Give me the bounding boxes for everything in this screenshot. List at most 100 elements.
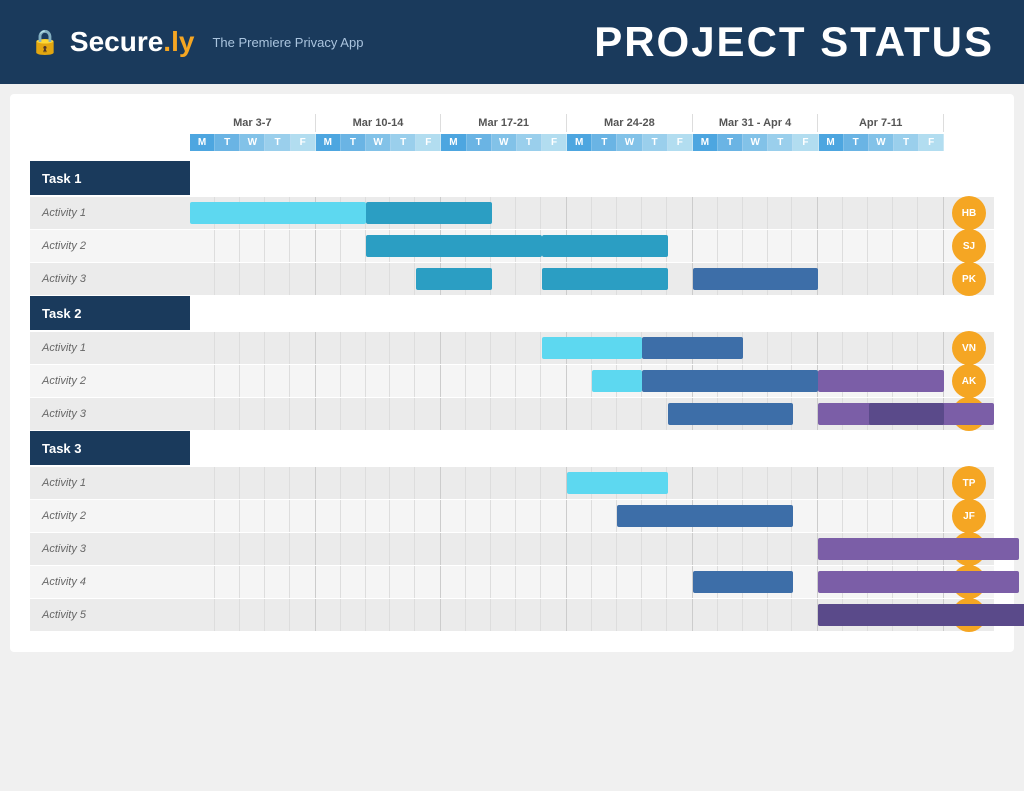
gantt-bar-area: [190, 599, 944, 631]
day-label: W: [869, 134, 894, 151]
day-label: M: [190, 134, 215, 151]
activity-row: Activity 2AK: [30, 365, 994, 397]
gantt-bar: [693, 571, 794, 593]
week-label-5: Apr 7-11: [818, 114, 944, 132]
activity-label: Activity 1: [30, 197, 190, 229]
gantt-bar: [416, 268, 491, 290]
task-spacer: [190, 431, 944, 465]
day-label: T: [265, 134, 290, 151]
gantt-bar-area: [190, 467, 944, 499]
app-container: 🔒 Secure.ly The Premiere Privacy App PRO…: [0, 0, 1024, 652]
week-label-3: Mar 24-28: [567, 114, 693, 132]
gantt-bar: [818, 538, 1019, 560]
day-label: F: [668, 134, 693, 151]
activity-row: Activity 3MR: [30, 533, 994, 565]
week-header-row: Mar 3-7Mar 10-14Mar 17-21Mar 24-28Mar 31…: [190, 114, 944, 132]
gantt-bar: [693, 268, 819, 290]
day-label: T: [517, 134, 542, 151]
day-label: T: [341, 134, 366, 151]
activity-row: Activity 1 VN: [30, 332, 994, 364]
logo-text: Secure.ly: [70, 26, 195, 58]
day-label: M: [567, 134, 592, 151]
gantt-bar: [366, 235, 542, 257]
gantt-bar-area: [190, 398, 944, 430]
activity-row: Activity 4TP: [30, 566, 994, 598]
day-label: F: [416, 134, 441, 151]
day-label: W: [492, 134, 517, 151]
gantt-bar: [818, 604, 1024, 626]
tagline: The Premiere Privacy App: [212, 35, 363, 50]
gantt-bar-area: [190, 566, 944, 598]
task-spacer: [190, 161, 944, 195]
activity-row: Activity 3 PK: [30, 263, 994, 295]
week-label-0: Mar 3-7: [190, 114, 316, 132]
activity-label: Activity 2: [30, 500, 190, 532]
gantt-bar-area: [190, 500, 944, 532]
task-label-2: Task 3: [30, 431, 190, 465]
gantt-bar: [818, 370, 944, 392]
day-label: M: [819, 134, 844, 151]
day-label: T: [768, 134, 793, 151]
gantt-bar: [366, 202, 492, 224]
activity-row: Activity 2 JF: [30, 500, 994, 532]
avatar: VN: [952, 331, 986, 365]
task-label-0: Task 1: [30, 161, 190, 195]
day-label: T: [215, 134, 240, 151]
lock-icon: 🔒: [30, 28, 60, 57]
week-label-1: Mar 10-14: [316, 114, 442, 132]
activity-label: Activity 5: [30, 599, 190, 631]
grid-bg: [190, 500, 944, 532]
task-label-1: Task 2: [30, 296, 190, 330]
gantt-bar: [642, 370, 818, 392]
gantt-bar-area: [190, 230, 944, 262]
day-label: T: [592, 134, 617, 151]
task-row-1: Task 2: [30, 296, 994, 330]
day-label: T: [894, 134, 919, 151]
day-label: F: [919, 134, 944, 151]
task-spacer: [190, 296, 944, 330]
gantt-bar: [542, 235, 668, 257]
day-label: T: [467, 134, 492, 151]
gantt-bar: [642, 337, 743, 359]
avatar: AK: [952, 364, 986, 398]
gantt-bar: [668, 403, 794, 425]
avatar: SJ: [952, 229, 986, 263]
logo-accent: .ly: [163, 26, 194, 57]
day-header-row: MTWTFMTWTFMTWTFMTWTFMTWTFMTWTF: [190, 134, 944, 151]
avatar: PK: [952, 262, 986, 296]
day-label: F: [291, 134, 316, 151]
gantt-bar: [818, 571, 1019, 593]
gantt-bar-area: [190, 263, 944, 295]
day-label: F: [542, 134, 567, 151]
day-label: T: [718, 134, 743, 151]
day-label: M: [693, 134, 718, 151]
activity-label: Activity 1: [30, 332, 190, 364]
day-label: M: [441, 134, 466, 151]
gantt-bar: [567, 472, 668, 494]
gantt-bar: [542, 268, 668, 290]
gantt-bar: [869, 403, 944, 425]
gantt-container: Mar 3-7Mar 10-14Mar 17-21Mar 24-28Mar 31…: [30, 114, 994, 631]
day-label: W: [743, 134, 768, 151]
gantt-bar: [542, 337, 643, 359]
gantt-bar-area: [190, 332, 944, 364]
day-label: T: [391, 134, 416, 151]
activity-label: Activity 3: [30, 533, 190, 565]
activity-label: Activity 3: [30, 263, 190, 295]
gantt-bar: [617, 505, 793, 527]
avatar: TP: [952, 466, 986, 500]
header: 🔒 Secure.ly The Premiere Privacy App PRO…: [0, 0, 1024, 84]
gantt-bar-area: [190, 197, 944, 229]
activity-label: Activity 1: [30, 467, 190, 499]
week-label-4: Mar 31 - Apr 4: [693, 114, 819, 132]
day-label: T: [844, 134, 869, 151]
activity-row: Activity 2 SJ: [30, 230, 994, 262]
activity-label: Activity 2: [30, 230, 190, 262]
gantt-bar: [592, 370, 642, 392]
gantt-bar: [190, 202, 366, 224]
day-label: W: [240, 134, 265, 151]
activity-row: Activity 3VB: [30, 398, 994, 430]
activity-row: Activity 1 TP: [30, 467, 994, 499]
avatar: JF: [952, 499, 986, 533]
day-label: W: [366, 134, 391, 151]
